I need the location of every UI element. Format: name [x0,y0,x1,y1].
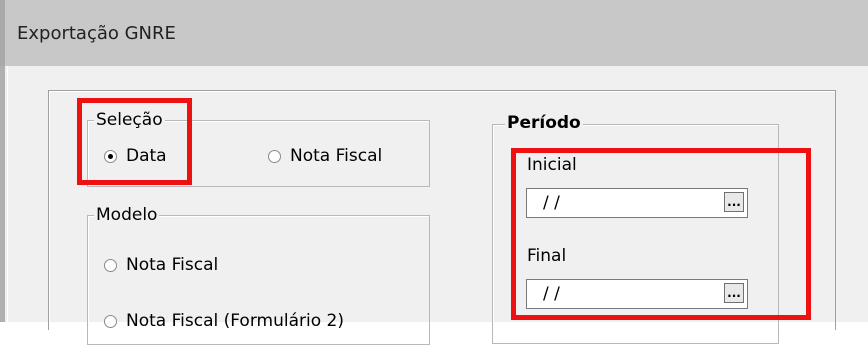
highlight-box-selecao [77,98,192,185]
radio-nota-fiscal-label: Nota Fiscal [290,146,383,166]
radio-modelo-formulario-2[interactable]: Nota Fiscal (Formulário 2) [104,311,344,331]
periodo-group-label: Período [505,113,583,133]
modelo-group-label: Modelo [94,205,160,225]
radio-modelo-nota-fiscal-circle [104,258,117,272]
radio-modelo-formulario-2-circle [104,314,117,328]
window-edge [7,66,8,322]
title-bar: Exportação GNRE [0,0,868,66]
highlight-box-periodo [511,148,811,320]
radio-nota-fiscal-circle [268,149,281,163]
radio-modelo-nota-fiscal-label: Nota Fiscal [126,255,219,275]
radio-modelo-formulario-2-label: Nota Fiscal (Formulário 2) [126,311,344,331]
radio-modelo-nota-fiscal[interactable]: Nota Fiscal [104,255,218,275]
window-title: Exportação GNRE [17,23,176,44]
radio-nota-fiscal[interactable]: Nota Fiscal [268,146,382,166]
